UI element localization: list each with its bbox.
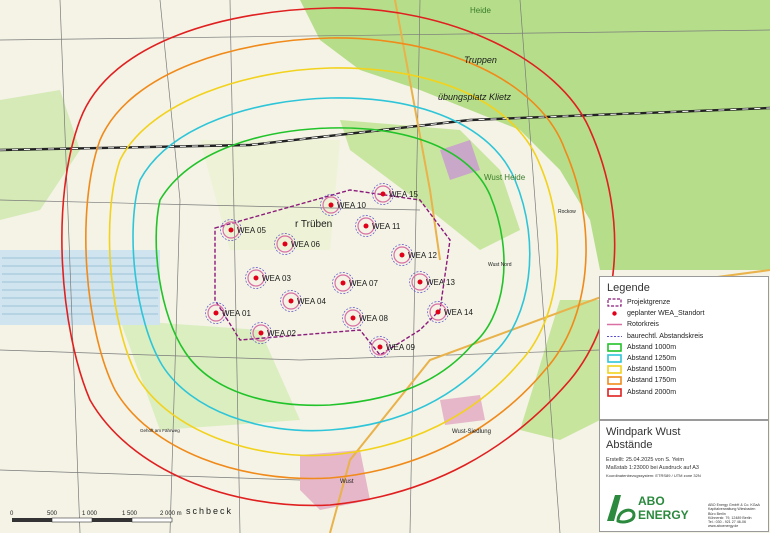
turbine-dot (417, 279, 423, 285)
legend-label: Abstand 2000m (627, 388, 677, 396)
title-panel: Windpark Wust Abstände Erstellt: 25.04.2… (599, 420, 769, 532)
turbine-label: WEA 08 (359, 314, 388, 323)
turbine-label: WEA 13 (426, 278, 455, 287)
legend-item: Abstand 1000m (600, 342, 768, 353)
legend-symbol (607, 376, 622, 386)
turbine-dot (213, 310, 219, 316)
turbine-dot (399, 252, 405, 258)
map-title: Windpark Wust (606, 426, 681, 438)
place-label: Gehöft am Fährweg (140, 428, 180, 433)
legend-symbol (607, 343, 622, 352)
legend-symbol (607, 354, 622, 363)
turbine-label: WEA 09 (386, 343, 415, 352)
legend-symbol (607, 309, 622, 318)
company-line: Kapitalverwaltung Wiesbaden (708, 507, 756, 511)
turbine-dot (288, 298, 294, 304)
legend-item: baurechtl. Abstandskreis (600, 331, 768, 342)
turbine-label: WEA 06 (291, 240, 320, 249)
legend-item: Rotorkreis (600, 319, 768, 330)
turbine-label: WEA 02 (267, 329, 296, 338)
turbine-dot (380, 191, 386, 197)
legend-label: Abstand 1250m (627, 355, 677, 363)
turbine-dot (340, 280, 346, 286)
map-subtitle: Abstände (606, 439, 653, 451)
place-label: Rockow (558, 209, 576, 215)
legend-item: geplanter WEA_Standort (600, 308, 768, 319)
turbine-dot (363, 223, 369, 229)
legend-panel: Legende Projektgrenze geplanter WEA_Stand… (599, 276, 769, 420)
legend-list: Projektgrenze geplanter WEA_Standort Rotor… (600, 297, 768, 398)
legend-label: Abstand 1500m (627, 366, 677, 374)
crs-info: Koordinatenbezugssystem: ETRS89 / UTM zo… (606, 473, 701, 478)
legend-item: Abstand 1750m (600, 375, 768, 386)
legend-symbol (607, 320, 622, 329)
company-line: www.aboenergy.de (708, 524, 739, 528)
turbine-label: WEA 12 (408, 251, 437, 260)
place-label: schbeck (186, 506, 233, 516)
legend-label: Projektgrenze (627, 299, 671, 307)
scale-tick: 2 000 m (160, 511, 182, 517)
turbine-dot (377, 344, 383, 350)
place-label: übungsplatz Klietz (438, 92, 512, 102)
turbine-dot (350, 315, 356, 321)
place-label: Wust Nord (488, 262, 512, 268)
legend-label: Abstand 1750m (627, 377, 677, 385)
turbine-dot (328, 202, 334, 208)
turbine-dot (282, 241, 288, 247)
legend-symbol (607, 365, 622, 375)
turbine-dot (228, 227, 234, 233)
place-label: Truppen (464, 55, 497, 65)
turbine-label: WEA 01 (222, 309, 251, 318)
turbine-label: WEA 05 (237, 226, 266, 235)
legend-label: Abstand 1000m (627, 343, 677, 351)
scale-info: Maßstab 1:23000 bei Ausdruck auf A3 (606, 465, 699, 471)
logo-text-top: ABO (638, 494, 665, 508)
place-label: r Trüben (295, 219, 332, 230)
abo-energy-logo: ABO ENERGY (607, 494, 689, 524)
scale-tick: 500 (47, 511, 58, 517)
scale-tick: 1 000 (82, 511, 98, 517)
place-label: Wust-Siedlung (452, 429, 491, 435)
legend-symbol (607, 387, 622, 397)
turbine-label: WEA 04 (297, 297, 326, 306)
turbine-label: WEA 07 (349, 279, 378, 288)
map-frame: Heide Truppen übungsplatz Klietz Wust He… (0, 0, 770, 533)
legend-label: baurechtl. Abstandskreis (627, 332, 704, 340)
turbine-label: WEA 11 (372, 222, 401, 231)
legend-label: geplanter WEA_Standort (627, 310, 705, 318)
legend-symbol (607, 298, 622, 307)
logo-text-bottom: ENERGY (638, 508, 689, 522)
turbine-label: WEA 14 (444, 308, 473, 317)
legend-item: Abstand 2000m (600, 387, 768, 398)
scale-tick: 1 500 (122, 511, 138, 517)
turbine-label: WEA 10 (337, 201, 366, 210)
turbine-dot (435, 309, 441, 315)
legend-item: Abstand 1250m (600, 353, 768, 364)
turbine-dot (258, 330, 264, 336)
turbine-dot (253, 275, 259, 281)
legend-item: Abstand 1500m (600, 364, 768, 375)
turbine-label: WEA 03 (262, 274, 291, 283)
turbine-label: WEA 15 (389, 190, 418, 199)
place-label: Heide (470, 6, 491, 15)
created-info: Erstellt: 25.04.2025 von S. Yeim (606, 457, 684, 463)
legend-item: Projektgrenze (600, 297, 768, 308)
place-label: Wust Heide (484, 173, 526, 182)
legend-label: Rotorkreis (627, 321, 659, 329)
place-label: Wust (340, 479, 354, 485)
legend-symbol (607, 332, 622, 341)
legend-title: Legende (607, 282, 650, 294)
